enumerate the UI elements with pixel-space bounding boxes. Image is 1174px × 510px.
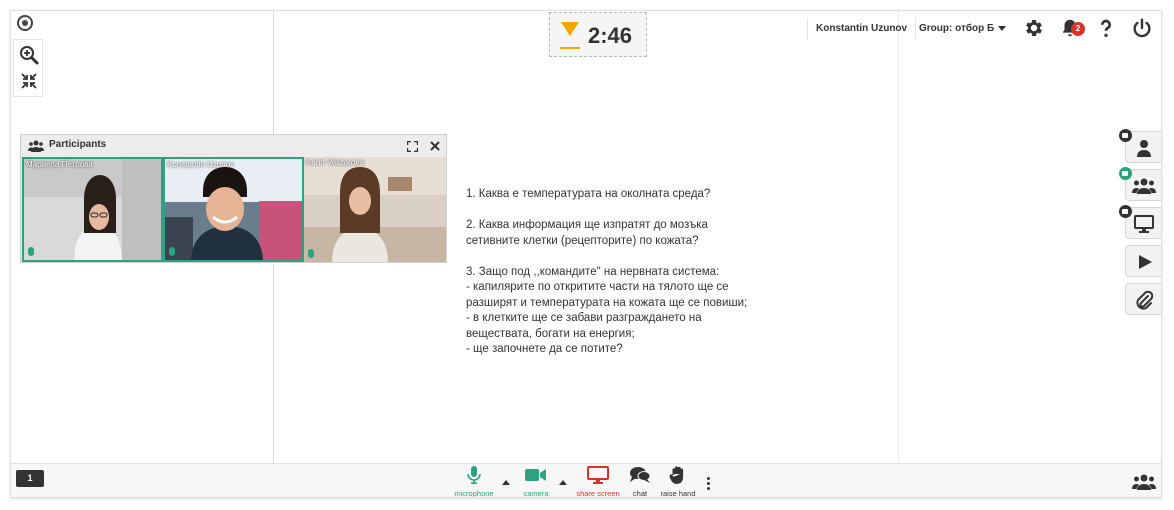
group-tab[interactable] <box>1119 167 1161 201</box>
video-indicator-icon <box>1119 205 1132 218</box>
microphone-icon <box>308 249 314 258</box>
whiteboard-content: 1. Каква е температурата на околната сре… <box>466 187 796 358</box>
top-toolbar: Konstantin Uzunov Group: отбор Б 2 <box>807 11 1161 47</box>
content-line: сетивните клетки (рецепторите) по кожата… <box>466 234 699 247</box>
participant-video <box>165 159 302 260</box>
gear-icon[interactable] <box>1023 17 1045 39</box>
camera-options-icon[interactable] <box>559 480 567 485</box>
content-line: веществата, богати на енергия; <box>466 327 635 340</box>
screen-tab[interactable] <box>1119 205 1161 239</box>
chevron-down-icon <box>998 25 1007 31</box>
app-logo-icon[interactable] <box>17 15 33 31</box>
content-gap <box>466 203 796 219</box>
chat-button[interactable]: chat <box>625 466 655 498</box>
microphone-options-icon[interactable] <box>502 480 510 485</box>
content-line: - ще започнете да се потите? <box>466 343 623 355</box>
content-line: - в клетките ще се забави разграждането … <box>466 312 702 324</box>
participant-name: Мариела Петрова <box>26 160 93 169</box>
user-tab[interactable] <box>1119 129 1161 163</box>
participant-name: Konstantin Uzunov <box>167 160 235 169</box>
user-icon <box>1137 140 1151 157</box>
bell-icon[interactable]: 2 <box>1059 17 1085 39</box>
content-line: 1. Каква е температурата на околната сре… <box>466 188 711 200</box>
help-icon[interactable] <box>1095 17 1117 39</box>
fit-screen-icon[interactable] <box>19 71 39 91</box>
content-line: - капилярите по откритите части на тялот… <box>466 281 729 293</box>
video-indicator-icon <box>1119 129 1132 142</box>
camera-icon <box>525 469 546 481</box>
share-screen-label: share screen <box>576 489 620 498</box>
power-icon[interactable] <box>1131 17 1153 39</box>
paperclip-icon <box>1136 290 1153 310</box>
raise-hand-button[interactable]: raise hand <box>657 466 699 498</box>
user-name: Konstantin Uzunov <box>807 18 917 40</box>
attachment-tab[interactable] <box>1125 283 1161 315</box>
camera-label: camera <box>523 489 549 498</box>
content-line: 2. Каква информация ще изпратят до мозък… <box>466 219 708 231</box>
close-icon[interactable] <box>430 141 440 151</box>
share-screen-button[interactable]: share screen <box>573 466 623 498</box>
notification-badge: 2 <box>1071 22 1085 36</box>
play-icon <box>1139 255 1152 269</box>
zoom-controls <box>13 39 43 97</box>
users-icon <box>1132 178 1156 194</box>
monitor-icon <box>587 466 609 484</box>
hand-icon <box>669 466 684 485</box>
zoom-in-icon[interactable] <box>19 45 39 65</box>
microphone-icon <box>169 247 175 256</box>
content-gap <box>466 249 796 265</box>
timer-hourglass-icon <box>561 22 579 36</box>
microphone-button[interactable]: microphone <box>451 466 497 498</box>
video-indicator-icon <box>1119 167 1132 180</box>
participant-video <box>24 159 161 260</box>
raise-hand-label: raise hand <box>660 489 696 498</box>
microphone-icon <box>467 466 481 485</box>
bottom-toolbar: 1 microphone camera share screen chat ra… <box>11 463 1161 498</box>
right-panel <box>898 11 1161 463</box>
users-icon <box>28 140 44 152</box>
participants-panel: Participants Мариела Петрова Konstantin … <box>20 134 447 263</box>
participant-tile[interactable]: Karin Velizarova <box>304 157 446 262</box>
microphone-icon <box>28 247 34 256</box>
participant-video <box>304 157 446 262</box>
participant-name: Karin Velizarova <box>306 158 364 167</box>
microphone-label: microphone <box>454 489 494 498</box>
users-icon[interactable] <box>1132 474 1156 490</box>
content-line: 3. Защо под ,,командите" на нервната сис… <box>466 265 720 278</box>
monitor-icon <box>1134 215 1154 233</box>
timer-underline <box>560 47 580 49</box>
expand-icon[interactable] <box>407 141 418 152</box>
group-label: Group: отбор Б <box>919 23 995 34</box>
timer-value: 2:46 <box>588 23 633 48</box>
more-options-icon[interactable] <box>707 477 711 491</box>
content-line: разширят и температурата на кожата ще се… <box>466 296 748 309</box>
chat-icon <box>630 467 651 483</box>
participants-header: Participants <box>21 135 446 157</box>
participant-tile[interactable]: Konstantin Uzunov <box>163 157 304 262</box>
countdown-timer[interactable]: 2:46 <box>549 12 647 57</box>
group-selector[interactable]: Group: отбор Б <box>919 18 1007 40</box>
camera-button[interactable]: camera <box>517 466 555 498</box>
chat-label: chat <box>632 489 648 498</box>
page-number[interactable]: 1 <box>16 470 44 487</box>
classroom-window: 2:46 Konstantin Uzunov Group: отбор Б 2 … <box>10 10 1162 498</box>
participant-tile[interactable]: Мариела Петрова <box>22 157 163 262</box>
play-tab[interactable] <box>1125 245 1161 277</box>
participants-title: Participants <box>49 139 107 150</box>
